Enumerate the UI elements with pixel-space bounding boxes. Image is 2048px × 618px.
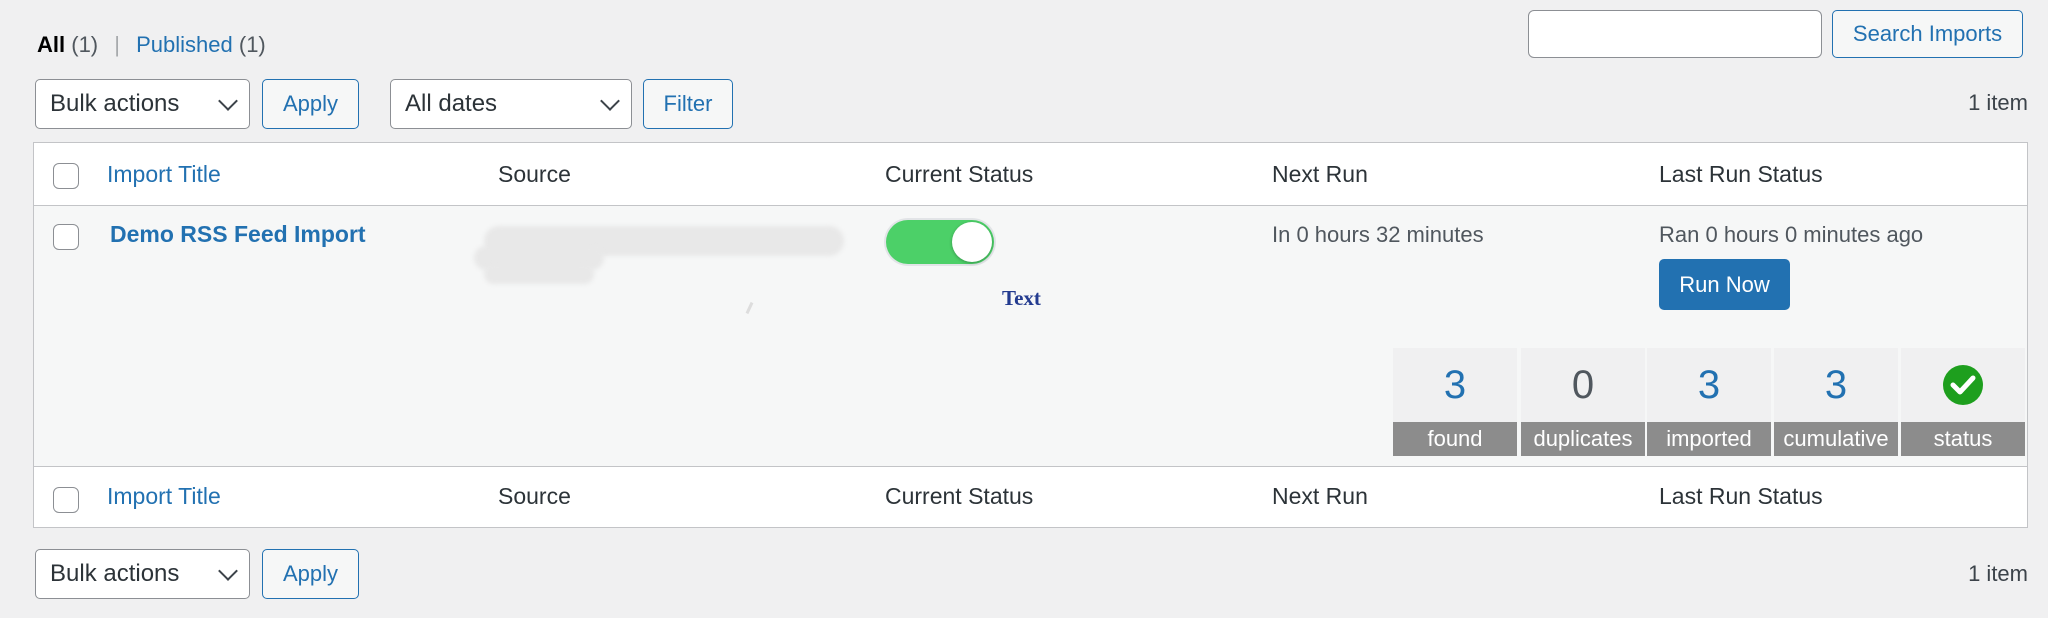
footer-column-source: Source [498, 483, 571, 509]
bulk-actions-select-bottom[interactable]: Bulk actions [35, 549, 250, 599]
footer-column-import-title[interactable]: Import Title [107, 483, 221, 510]
footer-column-next-run: Next Run [1272, 483, 1368, 509]
select-all-checkbox-bottom[interactable] [53, 487, 79, 513]
table-footer-row: Import Title Source Current Status Next … [34, 467, 2027, 527]
column-source: Source [498, 161, 571, 187]
column-last-run-status: Last Run Status [1659, 161, 1823, 187]
stat-cumulative-value: 3 [1824, 362, 1848, 407]
stat-duplicates-label: duplicates [1521, 422, 1645, 456]
stat-found: 3 found [1393, 348, 1517, 456]
view-filters: All (1) | Published (1) [37, 32, 266, 58]
stat-found-label: found [1393, 422, 1517, 456]
stat-status-value [1901, 348, 2025, 422]
apply-button-top[interactable]: Apply [262, 79, 359, 129]
view-all-count: (1) [71, 32, 99, 57]
status-toggle[interactable] [886, 220, 994, 264]
column-current-status: Current Status [885, 161, 1034, 187]
stat-imported-label: imported [1647, 422, 1771, 456]
bulk-actions-value: Bulk actions [50, 90, 180, 117]
date-filter-select[interactable]: All dates [390, 79, 632, 129]
view-published-link[interactable]: Published [136, 32, 233, 57]
search-input[interactable] [1528, 10, 1822, 58]
stat-cumulative-label: cumulative [1774, 422, 1898, 456]
bulk-actions-value-bottom: Bulk actions [50, 560, 180, 587]
stat-duplicates: 0 duplicates [1521, 348, 1645, 456]
chevron-down-icon [218, 91, 238, 111]
table-row: Demo RSS Feed Import Text In 0 hours 32 … [34, 206, 2027, 467]
chevron-down-icon [600, 91, 620, 111]
status-text-label: Text [1002, 286, 1041, 310]
stat-status-label: status [1901, 422, 2025, 456]
stat-found-value: 3 [1443, 362, 1467, 407]
chevron-down-icon [218, 561, 238, 581]
footer-column-current-status: Current Status [885, 483, 1034, 509]
next-run-text: In 0 hours 32 minutes [1272, 222, 1484, 247]
stat-duplicates-value: 0 [1571, 362, 1595, 407]
table-header-row: Import Title Source Current Status Next … [34, 143, 2027, 206]
stat-cumulative: 3 cumulative [1774, 348, 1898, 456]
import-title-link[interactable]: Demo RSS Feed Import [110, 221, 366, 248]
apply-button-bottom[interactable]: Apply [262, 549, 359, 599]
run-now-button[interactable]: Run Now [1659, 259, 1790, 310]
footer-column-last-run-status: Last Run Status [1659, 483, 1823, 509]
view-separator: | [114, 32, 120, 57]
column-import-title[interactable]: Import Title [107, 161, 221, 188]
toggle-knob [952, 222, 992, 262]
column-next-run: Next Run [1272, 161, 1368, 187]
search-imports-button[interactable]: Search Imports [1832, 10, 2023, 58]
last-run-text: Ran 0 hours 0 minutes ago [1659, 222, 1924, 247]
row-checkbox[interactable] [53, 224, 79, 250]
view-all-link[interactable]: All [37, 32, 65, 57]
imports-table: Import Title Source Current Status Next … [33, 142, 2028, 528]
select-all-checkbox-top[interactable] [53, 163, 79, 189]
stat-imported-value: 3 [1697, 362, 1721, 407]
date-filter-value: All dates [405, 90, 498, 117]
view-published-count: (1) [238, 32, 266, 57]
bulk-actions-select-top[interactable]: Bulk actions [35, 79, 250, 129]
item-count-top: 1 item [1968, 90, 2028, 115]
stat-status: status [1901, 348, 2025, 456]
item-count-bottom: 1 item [1968, 561, 2028, 586]
check-circle-icon [1943, 365, 1983, 405]
stat-imported: 3 imported [1647, 348, 1771, 456]
filter-button[interactable]: Filter [643, 79, 733, 129]
